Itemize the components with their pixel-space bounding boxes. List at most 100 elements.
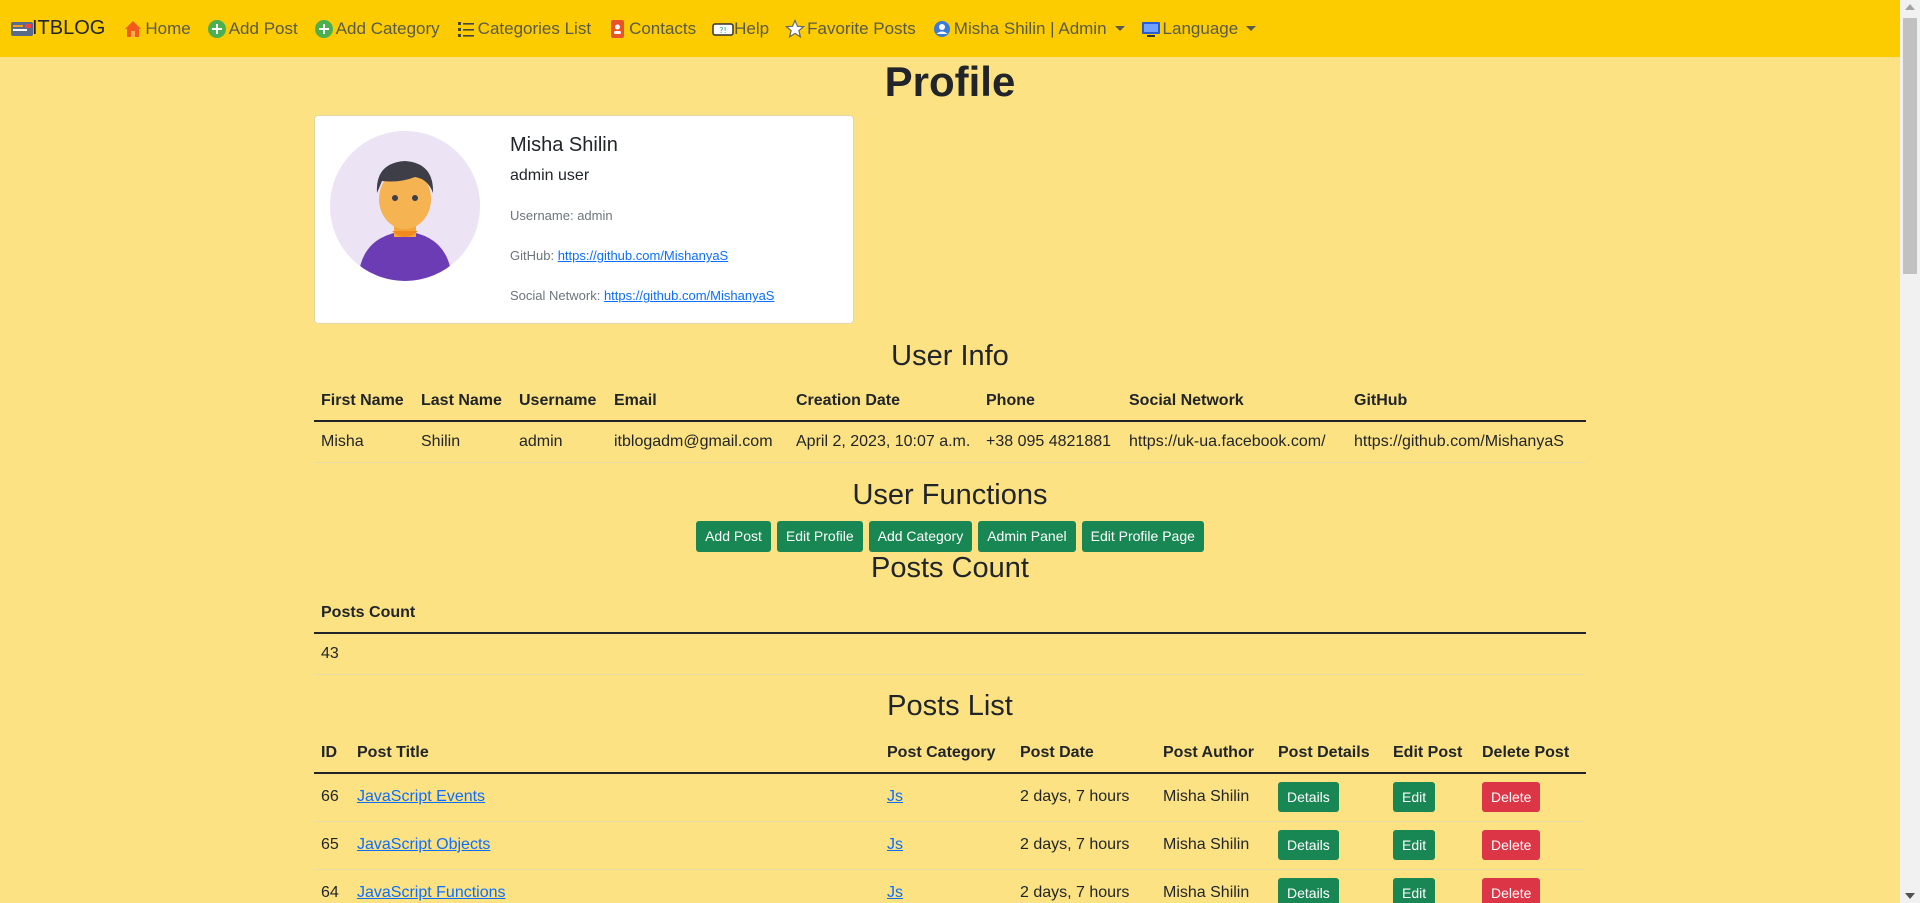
post-category-link[interactable]: Js xyxy=(887,836,903,853)
post-title-link[interactable]: JavaScript Objects xyxy=(357,836,490,853)
post-date: 2 days, 7 hours xyxy=(1013,869,1156,903)
add-category-button[interactable]: Add Category xyxy=(868,521,973,552)
column-header: Post Date xyxy=(1013,733,1156,774)
column-header: Post Author xyxy=(1156,733,1271,774)
scrollbar-thumb[interactable] xyxy=(1903,18,1917,274)
column-header: Social Network xyxy=(1122,381,1347,422)
post-category-link[interactable]: Js xyxy=(887,884,903,901)
nav-add-post-label: Add Post xyxy=(228,18,298,38)
nav-help-label: Help xyxy=(734,18,770,38)
profile-github-link[interactable]: https://github.com/MishanyaS xyxy=(558,248,729,263)
monitor-icon xyxy=(1141,19,1161,39)
delete-button[interactable]: Delete xyxy=(1482,830,1541,860)
nav-user-dropdown[interactable]: Misha Shilin | Admin xyxy=(932,19,1125,39)
table-cell: April 2, 2023, 10:07 a.m. xyxy=(789,421,979,463)
scroll-up-arrow-icon[interactable] xyxy=(1905,4,1915,10)
post-author: Misha Shilin xyxy=(1156,821,1271,870)
profile-username: Username: admin xyxy=(510,208,613,223)
user-icon xyxy=(932,19,952,39)
posts-count-header-row: Posts Count xyxy=(314,593,1586,634)
post-date: 2 days, 7 hours xyxy=(1013,821,1156,870)
posts-list-header-row: ID Post Title Post Category Post Date Po… xyxy=(314,733,1586,774)
column-header: Post Title xyxy=(350,733,880,774)
nav-home-label: Home xyxy=(145,18,191,38)
nav-add-category[interactable]: Add Category xyxy=(314,19,440,39)
posts-count-value: 43 xyxy=(314,633,1586,675)
avatar xyxy=(330,131,480,281)
table-row: 64 JavaScript Functions Js 2 days, 7 hou… xyxy=(314,869,1586,903)
table-cell: https://uk-ua.facebook.com/ xyxy=(1122,421,1347,463)
plus-circle-icon xyxy=(207,19,227,39)
nav-contacts-label: Contacts xyxy=(629,18,697,38)
admin-panel-button[interactable]: Admin Panel xyxy=(978,521,1076,552)
nav-favorite-posts-label: Favorite Posts xyxy=(807,18,916,38)
posts-list-title: Posts List xyxy=(887,690,1013,722)
column-header: Edit Post xyxy=(1386,733,1475,774)
user-functions-title: User Functions xyxy=(852,479,1048,511)
nav-home[interactable]: Home xyxy=(123,18,191,39)
details-button[interactable]: Details xyxy=(1278,830,1339,860)
post-title-link[interactable]: JavaScript Events xyxy=(357,788,485,805)
edit-button[interactable]: Edit xyxy=(1393,878,1436,903)
edit-profile-page-button[interactable]: Edit Profile Page xyxy=(1081,521,1204,552)
post-author: Misha Shilin xyxy=(1156,773,1271,822)
nav-user-label: Misha Shilin | Admin xyxy=(953,18,1107,38)
column-header: Post Details xyxy=(1271,733,1386,774)
profile-card: Misha Shilin admin user Username: admin … xyxy=(314,115,854,324)
nav-language-label: Language xyxy=(1162,18,1239,38)
table-cell: https://github.com/MishanyaS xyxy=(1347,421,1586,463)
table-row: 43 xyxy=(314,633,1586,675)
page-title: Profile xyxy=(884,58,1016,105)
details-button[interactable]: Details xyxy=(1278,878,1339,903)
user-info-header-row: First Name Last Name Username Email Crea… xyxy=(314,381,1586,422)
brand-label: ITBLOG xyxy=(32,17,106,39)
nav-language-dropdown[interactable]: Language xyxy=(1141,19,1257,39)
user-info-table: First Name Last Name Username Email Crea… xyxy=(314,381,1586,463)
edit-button[interactable]: Edit xyxy=(1393,830,1436,860)
scroll-down-arrow-icon[interactable] xyxy=(1905,893,1915,899)
column-header: Email xyxy=(607,381,789,422)
star-icon xyxy=(784,18,806,39)
post-category-link[interactable]: Js xyxy=(887,788,903,805)
blog-logo-icon xyxy=(10,19,33,39)
profile-social-row: Social Network: https://github.com/Misha… xyxy=(510,288,774,303)
column-header: Last Name xyxy=(414,381,512,422)
vertical-scrollbar[interactable] xyxy=(1900,0,1920,903)
post-date: 2 days, 7 hours xyxy=(1013,773,1156,822)
profile-name: Misha Shilin xyxy=(510,134,618,156)
edit-button[interactable]: Edit xyxy=(1393,782,1436,813)
top-navbar: ITBLOG Home Add Post Add Category Catego… xyxy=(0,0,1900,57)
profile-github-row: GitHub: https://github.com/MishanyaS xyxy=(510,248,728,263)
delete-button[interactable]: Delete xyxy=(1482,782,1541,813)
user-functions-buttons: Add Post Edit Profile Add Category Admin… xyxy=(0,521,1900,552)
add-post-button[interactable]: Add Post xyxy=(696,521,771,552)
profile-github-label: GitHub: xyxy=(510,248,555,263)
column-header: Username xyxy=(512,381,607,422)
post-title-link[interactable]: JavaScript Functions xyxy=(357,884,506,901)
profile-social-link[interactable]: https://github.com/MishanyaS xyxy=(604,288,775,303)
nav-categories-list[interactable]: Categories List xyxy=(456,19,591,39)
posts-count-title: Posts Count xyxy=(871,552,1029,584)
edit-profile-button[interactable]: Edit Profile xyxy=(776,521,863,552)
table-cell: +38 095 4821881 xyxy=(979,421,1122,463)
column-header: Delete Post xyxy=(1475,733,1586,774)
nav-categories-list-label: Categories List xyxy=(477,18,592,38)
post-author: Misha Shilin xyxy=(1156,869,1271,903)
posts-list-table: ID Post Title Post Category Post Date Po… xyxy=(314,733,1586,903)
svg-text:?!: ?! xyxy=(719,26,726,35)
nav-add-post[interactable]: Add Post xyxy=(207,19,298,39)
user-info-title: User Info xyxy=(891,340,1009,372)
post-id: 66 xyxy=(314,773,350,822)
nav-favorite-posts[interactable]: Favorite Posts xyxy=(784,18,916,39)
post-id: 65 xyxy=(314,821,350,870)
details-button[interactable]: Details xyxy=(1278,782,1339,813)
nav-help[interactable]: ?! Help xyxy=(712,19,769,39)
nav-contacts[interactable]: Contacts xyxy=(607,19,696,39)
delete-button[interactable]: Delete xyxy=(1482,878,1541,903)
column-header: Post Category xyxy=(880,733,1013,774)
column-header: ID xyxy=(314,733,350,774)
post-id: 64 xyxy=(314,869,350,903)
brand-link[interactable]: ITBLOG xyxy=(10,17,105,40)
plus-circle-icon xyxy=(314,19,334,39)
chevron-down-icon xyxy=(1246,26,1257,31)
